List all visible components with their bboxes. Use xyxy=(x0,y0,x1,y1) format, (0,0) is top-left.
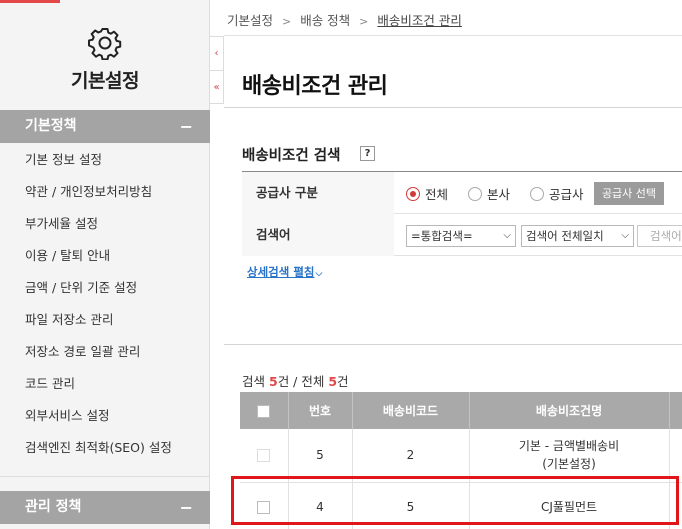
chevron-down-icon: ⌵ xyxy=(315,269,323,279)
radio-all[interactable] xyxy=(406,186,420,201)
top-accent-bar xyxy=(0,0,60,3)
search-type-value: =통합검색= xyxy=(411,229,473,243)
sidebar-item-basic-info[interactable]: 기본 정보 설정 xyxy=(0,144,210,176)
row-name[interactable]: CJ풀필먼트 xyxy=(469,482,670,529)
gear-icon xyxy=(88,28,122,60)
chevron-down-icon: ⌵ xyxy=(503,230,511,241)
sidebar-item-seo[interactable]: 검색엔진 최적화(SEO) 설정 xyxy=(0,432,210,464)
result-count: 검색 5건 / 전체 5건 xyxy=(242,371,349,390)
row-no: 4 xyxy=(288,482,353,529)
row-checkbox-cell xyxy=(240,482,289,529)
column-header-no[interactable]: 번호 xyxy=(288,392,353,429)
sidebar-section-admin-policy[interactable]: 관리 정책 − xyxy=(0,491,210,524)
breadcrumb-item[interactable]: 기본설정 xyxy=(227,13,273,28)
row-code: 2 xyxy=(352,429,470,483)
keyword-row: 검색어 =통합검색= ⌵ 검색어 전체일치 ⌵ 검색어 xyxy=(242,214,682,256)
supplier-type-label: 공급사 구분 xyxy=(242,172,394,214)
sidebar-section-basic-policy[interactable]: 기본정책 − xyxy=(0,110,210,143)
column-header-name[interactable]: 배송비조건명 xyxy=(469,392,670,429)
sidebar-menu: 기본 정보 설정 약관 / 개인정보처리방침 부가세율 설정 이용 / 탈퇴 안… xyxy=(0,144,210,464)
row-code: 5 xyxy=(352,482,470,529)
sidebar-item-usage-withdrawal[interactable]: 이용 / 탈퇴 안내 xyxy=(0,240,210,272)
breadcrumb-separator: > xyxy=(359,15,369,28)
select-supplier-button[interactable]: 공급사 선택 xyxy=(594,182,664,205)
collapse-minus-icon[interactable]: − xyxy=(180,110,193,143)
sidebar-item-vat-rate[interactable]: 부가세율 설정 xyxy=(0,208,210,240)
keyword-label: 검색어 xyxy=(242,214,394,256)
radio-headquarters[interactable] xyxy=(468,186,483,201)
search-type-select[interactable]: =통합검색= ⌵ xyxy=(406,225,516,247)
breadcrumb-item[interactable]: 배송 정책 xyxy=(300,13,350,28)
results-table: 번호 배송비코드 배송비조건명 5 2 기본 - 금액별배송비 (기본설정) 4… xyxy=(240,392,682,529)
row-name-line: 기본 - 금액별배송비 xyxy=(518,439,620,454)
row-no: 5 xyxy=(288,429,353,483)
table-row[interactable]: 4 5 CJ풀필먼트 xyxy=(240,482,682,529)
row-checkbox[interactable] xyxy=(257,501,271,514)
column-header-extra xyxy=(669,392,682,429)
found-count: 5 xyxy=(268,374,278,389)
match-type-value: 검색어 전체일치 xyxy=(526,229,604,243)
row-extra xyxy=(669,429,682,483)
title-divider xyxy=(224,107,682,108)
match-type-select[interactable]: 검색어 전체일치 ⌵ xyxy=(521,225,634,247)
scroll-top-icon[interactable]: « xyxy=(210,70,223,103)
row-name-line: (기본설정) xyxy=(542,457,596,472)
breadcrumb-divider xyxy=(224,35,682,36)
breadcrumb-current[interactable]: 배송비조건 관리 xyxy=(377,13,461,28)
help-icon[interactable]: ? xyxy=(360,146,375,161)
sidebar-item-code-management[interactable]: 코드 관리 xyxy=(0,368,210,400)
search-section-title: 배송비조건 검색 xyxy=(242,148,341,164)
column-header-code[interactable]: 배송비코드 xyxy=(352,392,470,429)
section-divider xyxy=(224,344,682,345)
select-all-cell xyxy=(240,392,289,429)
detail-search-label: 상세검색 펼침 xyxy=(247,265,315,279)
sidebar-item-external-services[interactable]: 외부서비스 설정 xyxy=(0,400,210,432)
radio-supplier[interactable] xyxy=(530,186,545,201)
row-name[interactable]: 기본 - 금액별배송비 (기본설정) xyxy=(469,429,670,483)
radio-all-label[interactable]: 전체 xyxy=(425,184,448,203)
page-title: 배송비조건 관리 xyxy=(242,74,388,99)
sidebar-divider xyxy=(0,476,210,477)
select-all-checkbox[interactable] xyxy=(257,404,271,418)
search-form: 공급사 구분 전체 본사 공급사 공급사 선택 검색어 =통합검색= ⌵ 검색어… xyxy=(242,171,682,256)
radio-headquarters-label[interactable]: 본사 xyxy=(487,184,510,203)
collapse-minus-icon[interactable]: − xyxy=(180,491,193,524)
row-checkbox-cell xyxy=(240,429,289,483)
collapse-sidebar-icon[interactable]: ‹ xyxy=(210,37,223,70)
sidebar-toggle-strip: ‹ « xyxy=(210,36,224,104)
table-header-row: 번호 배송비코드 배송비조건명 xyxy=(240,392,682,429)
chevron-down-icon: ⌵ xyxy=(621,230,629,241)
sidebar-item-storage-path[interactable]: 저장소 경로 일괄 관리 xyxy=(0,336,210,368)
sidebar-item-terms-privacy[interactable]: 약관 / 개인정보처리방침 xyxy=(0,176,210,208)
total-count: 5 xyxy=(328,374,338,389)
supplier-type-radios: 전체 본사 공급사 xyxy=(406,184,604,203)
sidebar-title: 기본설정 xyxy=(71,70,139,92)
sidebar-section-label: 기본정책 xyxy=(25,118,77,134)
count-prefix: 검색 xyxy=(242,374,269,389)
breadcrumb: 기본설정 > 배송 정책 > 배송비조건 관리 xyxy=(227,10,462,29)
sidebar-item-currency-unit[interactable]: 금액 / 단위 기준 설정 xyxy=(0,272,210,304)
detail-search-toggle[interactable]: 상세검색 펼침⌵ xyxy=(247,264,322,280)
count-mid: 건 / 전체 xyxy=(277,374,329,389)
keyword-input[interactable]: 검색어 xyxy=(637,225,682,247)
sidebar: 기본설정 기본정책 − 기본 정보 설정 약관 / 개인정보처리방침 부가세율 … xyxy=(0,0,210,529)
sidebar-section-label: 관리 정책 xyxy=(25,499,82,515)
radio-supplier-label[interactable]: 공급사 xyxy=(549,184,584,203)
count-suffix: 건 xyxy=(337,374,349,389)
sidebar-item-file-storage[interactable]: 파일 저장소 관리 xyxy=(0,304,210,336)
row-extra xyxy=(669,482,682,529)
table-row[interactable]: 5 2 기본 - 금액별배송비 (기본설정) xyxy=(240,429,682,483)
row-checkbox[interactable] xyxy=(257,449,271,463)
supplier-type-row: 공급사 구분 전체 본사 공급사 공급사 선택 xyxy=(242,172,682,214)
breadcrumb-separator: > xyxy=(282,15,292,28)
